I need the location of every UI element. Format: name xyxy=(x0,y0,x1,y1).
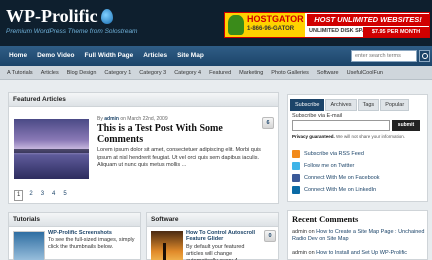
nav-item-demo-video[interactable]: Demo Video xyxy=(32,46,79,66)
category-nav-items: A Tutorials Articles Blog Design Categor… xyxy=(3,66,387,80)
ad-brand: HOSTGATOR xyxy=(247,14,304,24)
sidebar-subscribe-widget: Subscribe Archives Tags Popular Subscrib… xyxy=(287,94,428,202)
category-item[interactable]: Software xyxy=(313,66,343,80)
nav-item-articles[interactable]: Articles xyxy=(138,46,172,66)
main-nav: Home Demo Video Full Width Page Articles… xyxy=(0,46,432,66)
category-item[interactable]: A Tutorials xyxy=(3,66,37,80)
site-logo[interactable]: WP-Prolific xyxy=(6,6,113,27)
social-link-twitter[interactable]: Follow me on Twitter xyxy=(292,162,354,170)
logo-drop-icon xyxy=(100,9,113,24)
ad-left-panel: HOSTGATOR 1-866-96-GATOR xyxy=(225,13,305,37)
tab-popular[interactable]: Popular xyxy=(380,99,410,111)
rss-icon xyxy=(292,150,300,158)
ad-price: $7.95 PER MONTH xyxy=(363,27,429,37)
ad-phone: 1-866-96-GATOR xyxy=(247,26,295,32)
tutorials-heading: Tutorials xyxy=(9,213,140,227)
featured-image[interactable] xyxy=(14,119,89,179)
facebook-icon xyxy=(292,174,300,182)
twitter-icon xyxy=(292,162,300,170)
tab-archives[interactable]: Archives xyxy=(325,99,357,111)
site-tagline: Premium WordPress Theme from Solostream xyxy=(6,28,138,35)
subscribe-email-label: Subscribe via E-mail xyxy=(292,113,343,119)
software-excerpt: By default your featured articles will c… xyxy=(186,244,245,260)
header-ad-banner[interactable]: HOSTGATOR 1-866-96-GATOR HOST UNLIMITED … xyxy=(224,12,430,38)
social-link-label[interactable]: Connect With Me on Facebook xyxy=(304,175,380,181)
category-item[interactable]: Marketing xyxy=(235,66,267,80)
search-icon[interactable] xyxy=(419,50,430,62)
page-2-button[interactable]: 2 xyxy=(27,190,34,201)
software-thumbnail[interactable] xyxy=(151,231,183,260)
linkedin-icon xyxy=(292,186,300,194)
meta-prefix: By xyxy=(97,116,103,122)
tutorials-box: Tutorials WP-Prolific Screenshots To see… xyxy=(8,212,141,260)
meta-author-link[interactable]: admin xyxy=(104,116,119,122)
nav-item-home[interactable]: Home xyxy=(4,46,32,66)
comment-author: admin xyxy=(292,250,307,256)
social-link-label[interactable]: Connect With Me on LinkedIn xyxy=(304,187,376,193)
comment-author: admin xyxy=(292,229,307,235)
site-header: WP-Prolific Premium WordPress Theme from… xyxy=(0,0,432,46)
tab-tags[interactable]: Tags xyxy=(357,99,380,111)
tab-subscribe[interactable]: Subscribe xyxy=(290,99,325,111)
page-4-button[interactable]: 4 xyxy=(50,190,57,201)
search-input[interactable] xyxy=(351,50,417,62)
main-nav-items: Home Demo Video Full Width Page Articles… xyxy=(4,46,209,66)
category-item[interactable]: UsefulCoolFun xyxy=(343,66,387,80)
email-field[interactable] xyxy=(292,120,390,131)
social-link-rss[interactable]: Subscribe via RSS Feed xyxy=(292,150,364,158)
software-heading: Software xyxy=(147,213,278,227)
recent-comment-item: admin on How to Create a Site Map Page :… xyxy=(292,229,426,243)
featured-articles-panel: Featured Articles By admin on March 22nd… xyxy=(8,92,279,204)
comment-post-link[interactable]: How to Install and Set Up WP-Prolific xyxy=(316,250,407,256)
ad-right-panel: HOST UNLIMITED WEBSITES! UNLIMITED DISK … xyxy=(307,13,429,37)
featured-pager: 1 2 3 4 5 xyxy=(14,190,69,201)
featured-post-title[interactable]: This is a Test Post With Some Comments xyxy=(97,123,257,145)
featured-heading: Featured Articles xyxy=(9,93,278,107)
social-link-facebook[interactable]: Connect With Me on Facebook xyxy=(292,174,380,182)
tutorial-excerpt: To see the full-sized images, simply cli… xyxy=(48,237,135,250)
logo-text[interactable]: WP-Prolific xyxy=(6,6,98,27)
privacy-rest: We will not share your information. xyxy=(336,134,405,139)
recent-comments-heading: Recent Comments xyxy=(292,214,359,224)
submit-button[interactable]: submit xyxy=(392,120,420,131)
featured-excerpt: Lorem ipsum dolor sit amet, consectetuer… xyxy=(97,147,261,168)
category-item[interactable]: Category 1 xyxy=(100,66,135,80)
ad-title: HOST UNLIMITED WEBSITES! xyxy=(307,14,429,26)
category-item[interactable]: Photo Galleries xyxy=(267,66,313,80)
comment-count-badge[interactable]: 6 xyxy=(262,117,274,129)
category-item[interactable]: Category 4 xyxy=(170,66,205,80)
category-item[interactable]: Articles xyxy=(37,66,63,80)
privacy-note: Privacy guaranteed. We will not share yo… xyxy=(292,134,405,139)
nav-item-full-width-page[interactable]: Full Width Page xyxy=(80,46,139,66)
privacy-bold: Privacy guaranteed. xyxy=(292,134,335,139)
gator-mascot-icon xyxy=(228,15,244,35)
nav-item-site-map[interactable]: Site Map xyxy=(172,46,209,66)
social-link-label[interactable]: Follow me on Twitter xyxy=(304,163,354,169)
category-nav: A Tutorials Articles Blog Design Categor… xyxy=(0,66,432,80)
tutorial-post-title[interactable]: WP-Prolific Screenshots xyxy=(48,230,112,236)
post-meta: By admin on March 22nd, 2009 xyxy=(97,116,168,122)
meta-date: on March 22nd, 2009 xyxy=(120,116,168,122)
recent-comment-item: admin on How to Install and Set Up WP-Pr… xyxy=(292,250,426,257)
comment-count-badge[interactable]: 0 xyxy=(264,230,276,242)
category-item[interactable]: Category 3 xyxy=(135,66,170,80)
social-link-label[interactable]: Subscribe via RSS Feed xyxy=(304,151,364,157)
page-5-button[interactable]: 5 xyxy=(61,190,68,201)
software-post-title[interactable]: How To Control Autoscroll Feature Glider xyxy=(186,230,262,242)
recent-comments-widget: Recent Comments admin on How to Create a… xyxy=(287,210,428,260)
category-item[interactable]: Blog Design xyxy=(63,66,101,80)
category-item[interactable]: Featured xyxy=(205,66,235,80)
comment-on: on xyxy=(308,250,315,256)
social-link-linkedin[interactable]: Connect With Me on LinkedIn xyxy=(292,186,376,194)
page-1-button[interactable]: 1 xyxy=(14,190,24,201)
page-3-button[interactable]: 3 xyxy=(39,190,46,201)
tutorial-thumbnail[interactable] xyxy=(13,231,45,260)
sidebar-tabs: Subscribe Archives Tags Popular xyxy=(290,99,410,111)
comment-on: on xyxy=(308,229,315,235)
software-box: Software How To Control Autoscroll Featu… xyxy=(146,212,279,260)
